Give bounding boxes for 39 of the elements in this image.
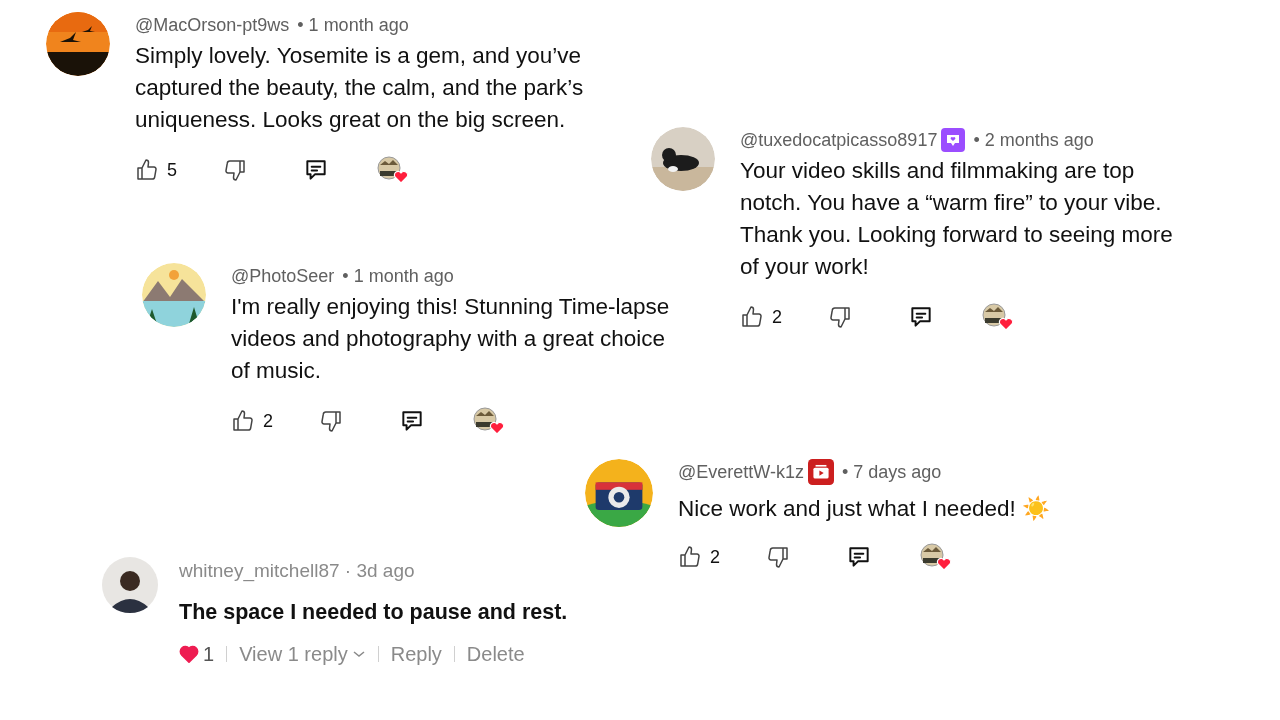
comment-time: • 1 month ago xyxy=(342,265,454,288)
thumbs-up-icon[interactable] xyxy=(740,305,764,329)
reply-icon[interactable] xyxy=(303,157,329,183)
thumbs-up-icon[interactable] xyxy=(678,545,702,569)
comment-time: • 2 months ago xyxy=(973,129,1094,152)
comment-text: The space I needed to pause and rest. xyxy=(179,599,569,626)
like-count: 1 xyxy=(203,642,215,667)
like-count: 2 xyxy=(263,409,273,433)
comment-text: Your video skills and filmmaking are top notch. You have a “warm fire” to your vibe. Thank you. Looking forward to seeing more of your work! xyxy=(740,157,1174,281)
thumbs-up-icon[interactable] xyxy=(135,158,159,182)
chevron-down-icon xyxy=(351,649,366,659)
comment-text: I'm really enjoying this! Stunning Time-lapse videos and photography with a great choice of music. xyxy=(231,293,671,385)
thumbs-down-icon[interactable] xyxy=(223,158,247,182)
thumbs-down-icon[interactable] xyxy=(766,545,790,569)
member-badge-icon xyxy=(941,128,966,152)
reply-icon[interactable] xyxy=(846,544,872,570)
comment-meta: whitney_mitchell87 · 3d ago xyxy=(179,559,416,584)
like-count: 2 xyxy=(710,545,720,569)
comment-text: Simply lovely. Yosemite is a gem, and you’ve captured the beauty, the calm, and the park’s uniqueness. Looks great on the big screen. xyxy=(135,42,585,134)
heart-icon[interactable] xyxy=(179,645,199,663)
comment-author[interactable]: @PhotoSeer xyxy=(231,263,335,289)
comment-author[interactable]: @tuxedocatpicasso8917 xyxy=(740,127,938,153)
comment-author[interactable]: @EverettW-k1z xyxy=(678,459,804,485)
reply-icon[interactable] xyxy=(399,408,425,434)
thumbs-down-icon[interactable] xyxy=(828,305,852,329)
video-badge-icon xyxy=(807,459,834,485)
like-count: 2 xyxy=(772,305,782,329)
avatar-icon xyxy=(102,557,158,613)
action-link[interactable]: Reply xyxy=(390,639,442,669)
action-link[interactable]: Delete xyxy=(466,639,525,669)
comment-time: • 7 days ago xyxy=(841,461,942,484)
view-replies-button[interactable]: View 1 reply xyxy=(239,639,366,669)
thumbs-up-icon[interactable] xyxy=(231,409,255,433)
comment-time: • 1 month ago xyxy=(297,14,409,37)
like-count: 5 xyxy=(167,158,177,182)
comment-author[interactable]: @MacOrson-pt9ws xyxy=(135,12,290,38)
reply-icon[interactable] xyxy=(908,304,934,330)
comment-text: Nice work and just what I needed! ☀ xyxy=(678,494,1051,523)
thumbs-down-icon[interactable] xyxy=(319,409,343,433)
